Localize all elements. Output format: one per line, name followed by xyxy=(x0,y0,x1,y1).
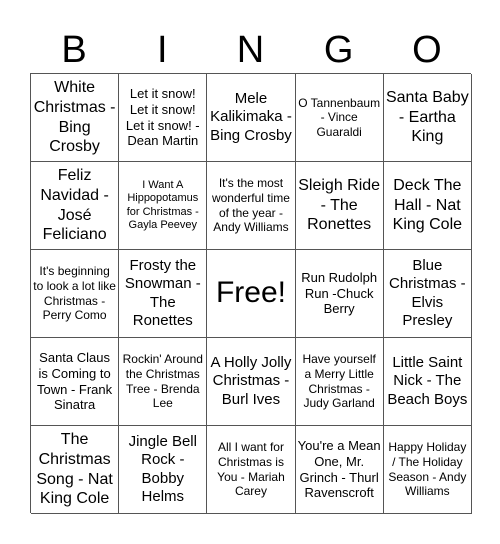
bingo-cell[interactable]: Have yourself a Merry Little Christmas -… xyxy=(295,338,384,426)
bingo-cell[interactable]: It's beginning to look a lot like Christ… xyxy=(31,250,120,338)
bingo-grid: White Christmas - Bing Crosby Let it sno… xyxy=(30,73,472,514)
bingo-cell[interactable]: Blue Christmas -Elvis Presley xyxy=(383,250,472,338)
bingo-cell[interactable]: Run Rudolph Run -Chuck Berry xyxy=(295,250,384,338)
bingo-cell[interactable]: Feliz Navidad - José Feliciano xyxy=(31,162,120,250)
bingo-header: B I N G O xyxy=(30,28,471,73)
header-letter-g: G xyxy=(323,29,354,71)
header-letter-b: B xyxy=(61,29,87,71)
bingo-cell[interactable]: A Holly Jolly Christmas - Burl Ives xyxy=(207,338,296,426)
header-letter-i: I xyxy=(157,29,168,71)
bingo-cell[interactable]: All I want for Christmas is You - Mariah… xyxy=(207,426,296,514)
bingo-cell[interactable]: Mele Kalikimaka - Bing Crosby xyxy=(207,74,296,162)
header-letter-o: O xyxy=(412,29,442,71)
bingo-cell[interactable]: Let it snow! Let it snow! Let it snow! -… xyxy=(119,74,208,162)
bingo-cell[interactable]: Little Saint Nick - The Beach Boys xyxy=(383,338,472,426)
header-letter-n: N xyxy=(236,29,265,71)
bingo-cell[interactable]: Deck The Hall - Nat King Cole xyxy=(383,162,472,250)
bingo-cell[interactable]: Frosty the Snowman - The Ronettes xyxy=(119,250,208,338)
bingo-cell[interactable]: Santa Baby - Eartha King xyxy=(383,74,472,162)
bingo-cell[interactable]: Jingle Bell Rock - Bobby Helms xyxy=(119,426,208,514)
bingo-cell[interactable]: Rockin' Around the Christmas Tree - Bren… xyxy=(119,338,208,426)
bingo-cell[interactable]: It's the most wonderful time of the year… xyxy=(207,162,296,250)
free-space-cell[interactable]: Free! xyxy=(207,250,296,338)
bingo-cell[interactable]: You're a Mean One, Mr. Grinch - Thurl Ra… xyxy=(295,426,384,514)
bingo-cell[interactable]: Santa Claus is Coming to Town - Frank Si… xyxy=(31,338,120,426)
bingo-cell[interactable]: The Christmas Song - Nat King Cole xyxy=(31,426,120,514)
bingo-cell[interactable]: O Tannenbaum - Vince Guaraldi xyxy=(295,74,384,162)
bingo-cell[interactable]: Happy Holiday / The Holiday Season - And… xyxy=(383,426,472,514)
bingo-cell[interactable]: Sleigh Ride - The Ronettes xyxy=(295,162,384,250)
bingo-cell[interactable]: White Christmas - Bing Crosby xyxy=(31,74,120,162)
bingo-cell[interactable]: I Want A Hippopotamus for Christmas -Gay… xyxy=(119,162,208,250)
